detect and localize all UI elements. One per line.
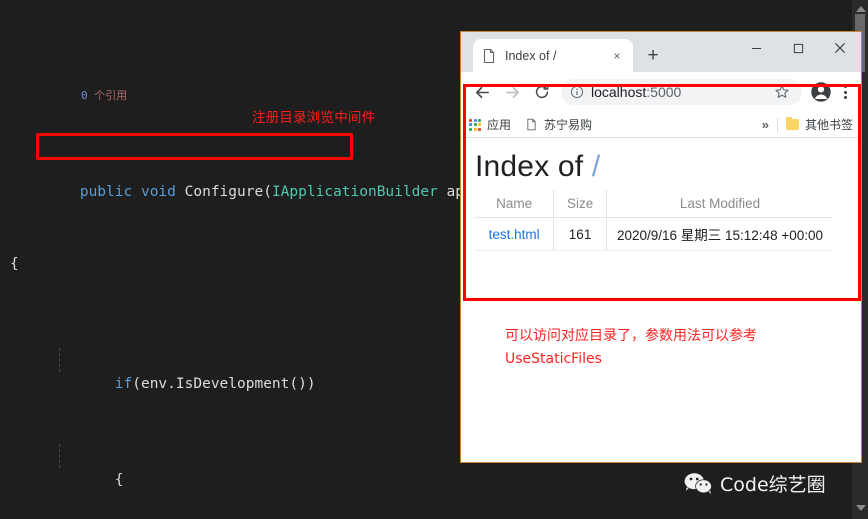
column-header-name[interactable]: Name (475, 190, 555, 218)
window-controls[interactable] (735, 32, 861, 64)
page-title-text: Index of (475, 150, 592, 183)
bookmarks-divider (776, 117, 778, 132)
scroll-down-arrow-icon[interactable] (856, 505, 866, 511)
browser-tabstrip[interactable]: Index of / × + (461, 32, 861, 72)
maximize-button[interactable] (777, 32, 819, 64)
page-title-path: / (591, 150, 601, 183)
file-link[interactable]: test.html (489, 227, 540, 242)
bookmark-apps[interactable]: 应用 (469, 116, 511, 133)
address-bar-url: localhost:5000 (591, 84, 771, 100)
url-port: :5000 (646, 84, 682, 100)
bookmark-label: 苏宁易购 (544, 118, 593, 132)
browser-annotation-note: 可以访问对应目录了，参数用法可以参考 UseStaticFiles (505, 325, 845, 371)
column-header-size[interactable]: Size (553, 190, 607, 218)
watermark-text: Code综艺圈 (720, 474, 826, 496)
kebab-menu-icon[interactable] (835, 79, 855, 105)
profile-avatar-icon[interactable] (808, 79, 834, 105)
close-icon[interactable]: × (609, 48, 625, 64)
browser-tab-title: Index of / (505, 48, 557, 63)
new-tab-button[interactable]: + (639, 41, 667, 69)
screenshot-root: 0 个引用 public void Configure(IApplication… (0, 0, 868, 519)
address-bar[interactable]: localhost:5000 (561, 79, 802, 105)
other-bookmarks-button[interactable]: 其他书签 (785, 116, 853, 133)
info-circle-icon[interactable] (570, 85, 584, 99)
column-header-last-modified[interactable]: Last Modified (606, 190, 833, 218)
bookmark-label: 应用 (487, 118, 512, 132)
page-content: Index of / Name Size Last Modified test.… (461, 138, 861, 462)
minimize-button[interactable] (735, 32, 777, 64)
scroll-up-arrow-icon[interactable] (856, 6, 866, 12)
back-button-icon[interactable] (467, 77, 497, 107)
wechat-icon (683, 472, 713, 496)
code-annotation-text: 注册目录浏览中间件 (252, 110, 376, 126)
close-window-button[interactable] (819, 32, 861, 64)
browser-tab[interactable]: Index of / × (473, 39, 633, 72)
page-icon (525, 118, 538, 131)
bookmarks-overflow-icon[interactable]: » (762, 117, 769, 132)
cell-file-size: 161 (553, 217, 607, 251)
cell-last-modified: 2020/9/16 星期三 15:12:48 +00:00 (606, 217, 833, 251)
browser-window[interactable]: Index of / × + localhost:5000 应用 苏宁易购 » … (460, 31, 862, 463)
folder-icon (785, 116, 799, 130)
table-header-row: Name Size Last Modified (475, 190, 833, 218)
reload-button-icon[interactable] (527, 77, 557, 107)
watermark: Code综艺圈 (683, 470, 826, 497)
bookmark-star-icon[interactable] (771, 81, 793, 103)
cell-file-name[interactable]: test.html (475, 217, 555, 251)
url-host: localhost (591, 84, 647, 100)
bookmark-suning[interactable]: 苏宁易购 (525, 116, 592, 133)
table-row: test.html 161 2020/9/16 星期三 15:12:48 +00… (475, 217, 833, 251)
apps-grid-icon (469, 118, 481, 131)
note-line-1: 可以访问对应目录了，参数用法可以参考 (505, 328, 757, 344)
browser-toolbar[interactable]: localhost:5000 (461, 72, 861, 112)
forward-button-icon (497, 77, 527, 107)
page-icon (481, 48, 497, 64)
bookmarks-bar[interactable]: 应用 苏宁易购 » 其他书签 (461, 112, 861, 138)
other-bookmarks-label: 其他书签 (804, 118, 853, 132)
page-title: Index of / (475, 150, 847, 184)
note-line-2: UseStaticFiles (505, 351, 602, 367)
directory-listing-table: Name Size Last Modified test.html 161 20… (475, 190, 833, 251)
